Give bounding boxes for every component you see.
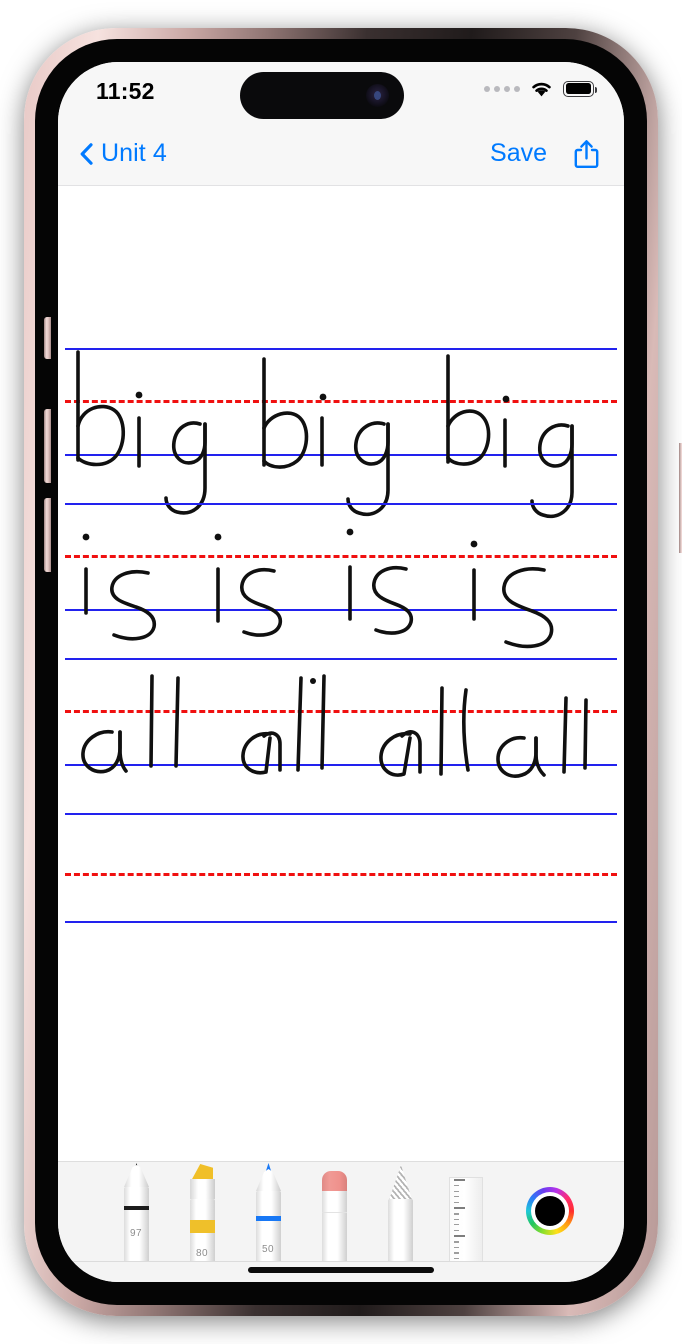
nav-bar-actions: Save — [490, 139, 600, 169]
eraser-seam — [322, 1212, 347, 1213]
volume-up-button[interactable] — [44, 409, 51, 483]
ruler-ticks — [454, 1179, 466, 1259]
rule-row-2 — [58, 503, 624, 660]
guide-line-mid — [65, 400, 617, 403]
battery-full-icon — [563, 80, 598, 97]
device-frame: 11:52 Unit 4 Save 97 80 50 — [24, 28, 682, 1316]
handwriting-canvas[interactable] — [58, 186, 624, 1161]
signal-dots-icon — [484, 85, 520, 92]
highlighter-size-label: 80 — [196, 1248, 208, 1259]
status-indicators — [484, 79, 598, 98]
save-button[interactable]: Save — [490, 139, 547, 168]
pen-nib-icon — [124, 1165, 149, 1187]
tool-marker[interactable]: 50 — [248, 1163, 288, 1261]
dynamic-island — [240, 72, 404, 119]
pen-color-band — [124, 1206, 149, 1210]
guide-line-baseline — [65, 609, 617, 611]
pencil-tip-icon — [388, 1165, 413, 1203]
navigation-bar: Unit 4 Save — [58, 122, 624, 186]
pen-barrel-icon — [124, 1187, 149, 1261]
highlighter-color-band — [190, 1220, 215, 1233]
back-button-label: Unit 4 — [101, 139, 167, 167]
battery-fill — [565, 83, 592, 94]
guide-line-mid — [65, 710, 617, 713]
guide-line-mid — [65, 873, 617, 876]
tool-ruler[interactable] — [446, 1165, 486, 1261]
marker-size-label: 50 — [262, 1244, 274, 1255]
marker-color-band — [256, 1216, 281, 1221]
rule-row-3 — [58, 658, 624, 815]
marker-nib-icon — [256, 1169, 281, 1191]
front-camera-icon — [366, 84, 389, 107]
pen-size-label: 97 — [130, 1228, 142, 1239]
guide-line-top — [65, 658, 617, 660]
tool-row: 97 80 50 — [58, 1162, 624, 1262]
tool-eraser[interactable] — [314, 1165, 354, 1261]
back-button[interactable]: Unit 4 — [80, 139, 167, 168]
eraser-barrel-icon — [322, 1191, 347, 1261]
guide-line-baseline — [65, 454, 617, 456]
pencil-barrel-icon — [388, 1199, 413, 1261]
highlighter-nib-icon — [190, 1179, 215, 1199]
action-button[interactable] — [44, 317, 51, 359]
guide-line-mid — [65, 555, 617, 558]
tool-palette: 97 80 50 — [58, 1161, 624, 1282]
chevron-left-icon — [80, 142, 93, 165]
ruler-body-icon — [449, 1177, 483, 1261]
guide-line-baseline — [65, 921, 617, 923]
status-time: 11:52 — [96, 78, 155, 104]
tool-pencil[interactable] — [380, 1165, 420, 1261]
wifi-icon — [532, 82, 551, 97]
share-icon[interactable] — [573, 139, 600, 169]
rule-row-1 — [58, 348, 624, 505]
status-bar: 11:52 — [58, 62, 624, 122]
tool-pen[interactable]: 97 — [116, 1163, 156, 1261]
phone-screen: 11:52 Unit 4 Save 97 80 50 — [58, 62, 624, 1282]
color-picker-button[interactable] — [526, 1187, 574, 1235]
volume-down-button[interactable] — [44, 498, 51, 572]
guide-line-top — [65, 503, 617, 505]
guide-line-top — [65, 348, 617, 350]
rule-row-4 — [58, 813, 624, 969]
selected-color-swatch — [535, 1196, 565, 1226]
guide-line-top — [65, 813, 617, 815]
tool-highlighter[interactable]: 80 — [182, 1164, 222, 1261]
home-indicator[interactable] — [248, 1267, 434, 1273]
guide-line-baseline — [65, 764, 617, 766]
